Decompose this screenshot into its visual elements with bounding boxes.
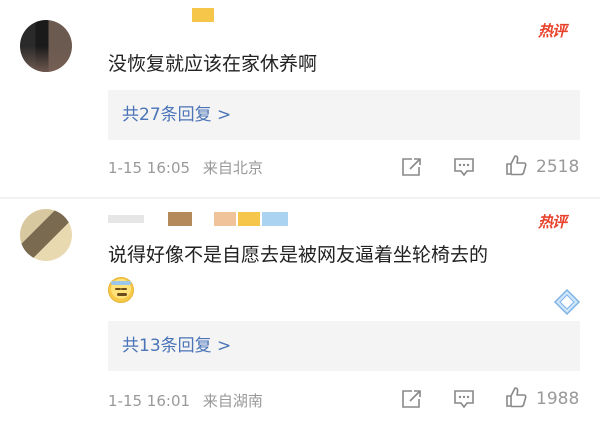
- comment-item-2: 热评 说得好像不是自愿去是被网友逼着坐轮椅去的 共13条回复 > 1-15 16…: [0, 199, 600, 429]
- comment-text: 说得好像不是自愿去是被网友逼着坐轮椅去的: [108, 244, 489, 266]
- replies-box[interactable]: 共13条回复 >: [108, 321, 580, 371]
- username-redacted-part: [238, 212, 260, 226]
- comment-icon[interactable]: [453, 157, 475, 177]
- hot-comment-badge: 热评: [538, 22, 567, 40]
- share-icon[interactable]: [400, 389, 422, 409]
- avatar[interactable]: [20, 20, 72, 72]
- username-redacted-part: [168, 212, 192, 226]
- comment-location: 来自北京: [202, 159, 263, 177]
- comment-text: 没恢复就应该在家休养啊: [108, 53, 318, 75]
- share-icon[interactable]: [400, 157, 422, 177]
- like-count: 1988: [536, 389, 580, 409]
- hot-comment-badge: 热评: [538, 213, 567, 231]
- comment-item-1: 热评 没恢复就应该在家休养啊 共27条回复 > 1-15 16:05 来自北京 …: [0, 0, 600, 197]
- comment-meta: 1-15 16:01 来自湖南: [108, 390, 263, 411]
- username-redacted-part: [262, 212, 288, 226]
- thumbs-up-icon[interactable]: [505, 386, 527, 408]
- diamond-sticker-icon[interactable]: [552, 287, 582, 317]
- comment-location: 来自湖南: [202, 392, 263, 410]
- comment-time: 1-15 16:01: [108, 392, 191, 410]
- username-redacted[interactable]: [108, 215, 144, 223]
- like-count: 2518: [536, 157, 580, 177]
- thumbs-up-icon[interactable]: [505, 154, 527, 176]
- cold-sweat-emoji-icon: [108, 277, 134, 303]
- comment-icon[interactable]: [453, 389, 475, 409]
- view-replies-link[interactable]: 共27条回复 >: [122, 102, 231, 128]
- username-redacted-part: [214, 212, 236, 226]
- comment-time: 1-15 16:05: [108, 159, 191, 177]
- view-replies-link[interactable]: 共13条回复 >: [122, 333, 231, 359]
- comment-meta: 1-15 16:05 来自北京: [108, 157, 263, 178]
- avatar[interactable]: [20, 209, 72, 261]
- username-redacted[interactable]: [192, 8, 214, 22]
- replies-box[interactable]: 共27条回复 >: [108, 90, 580, 140]
